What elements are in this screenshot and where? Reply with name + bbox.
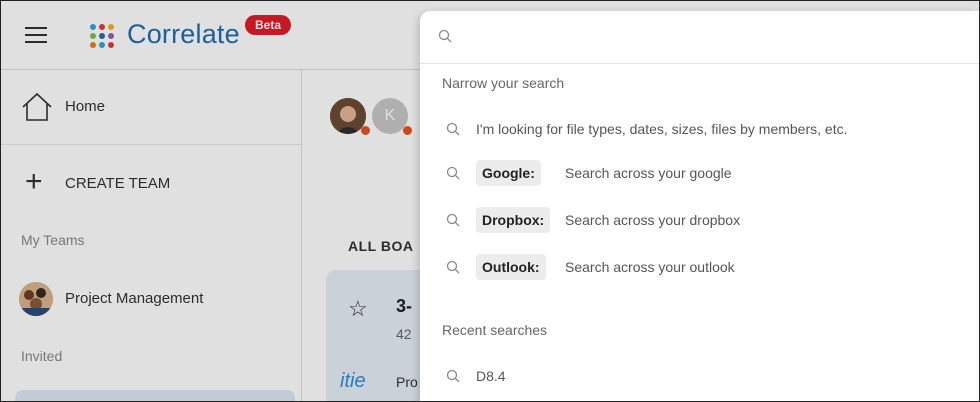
team-label: Project Management [65,290,204,307]
board-line: Pro [396,374,418,390]
plus-icon: + [25,165,43,198]
presence-dot [403,126,412,135]
sidebar-item-home[interactable]: Home [1,70,301,145]
board-subtitle: 42 [396,326,412,342]
create-team-label: CREATE TEAM [65,175,171,192]
hamburger-menu-icon[interactable] [25,27,47,43]
search-source-dropbox[interactable]: Dropbox: Search across your dropbox [420,203,979,237]
search-icon [446,166,460,180]
sidebar-item-label: Home [65,98,106,115]
source-chip: Dropbox: [476,207,551,233]
app-window: Correlate Beta Home + CREATE TEAM My Tea… [0,0,980,402]
source-description: Search across your dropbox [565,212,741,228]
star-icon[interactable]: ☆ [348,296,368,322]
invited-team-card[interactable] [15,390,295,401]
team-avatar [19,282,53,316]
board-title: 3- [396,296,413,316]
search-hint-text: I'm looking for file types, dates, sizes… [476,121,848,137]
search-icon [446,213,460,227]
search-bar [420,11,979,64]
search-dropdown: Narrow your search I'm looking for file … [420,11,979,401]
search-source-outlook[interactable]: Outlook: Search across your outlook [420,250,979,284]
search-icon [446,122,460,136]
sidebar: Home + CREATE TEAM My Teams Project Mana… [1,70,302,401]
recent-search-item[interactable]: D8.4 [420,359,979,393]
search-hint-option[interactable]: I'm looking for file types, dates, sizes… [420,112,979,146]
search-icon [446,260,460,274]
search-icon [446,369,460,383]
invited-heading: Invited [21,348,63,364]
my-teams-heading: My Teams [21,232,85,248]
board-logo: itie [340,370,366,392]
recent-search-label: D8.4 [476,368,506,384]
logo-icon [90,24,114,48]
home-icon [22,92,52,121]
create-team-button[interactable]: + CREATE TEAM [1,145,301,217]
recent-searches-heading: Recent searches [442,322,548,338]
search-source-google[interactable]: Google: Search across your google [420,156,979,190]
source-chip: Outlook: [476,254,546,280]
source-chip: Google: [476,160,541,186]
presence-dot [361,126,370,135]
search-input[interactable] [466,23,960,53]
app-logo-text: Correlate [127,19,240,49]
all-boards-heading: ALL BOA [348,238,414,254]
sidebar-item-team[interactable]: Project Management [1,278,301,318]
narrow-search-heading: Narrow your search [442,75,565,91]
beta-badge: Beta [245,15,292,35]
search-icon [438,29,452,43]
source-description: Search across your google [565,165,732,181]
source-description: Search across your outlook [565,259,735,275]
